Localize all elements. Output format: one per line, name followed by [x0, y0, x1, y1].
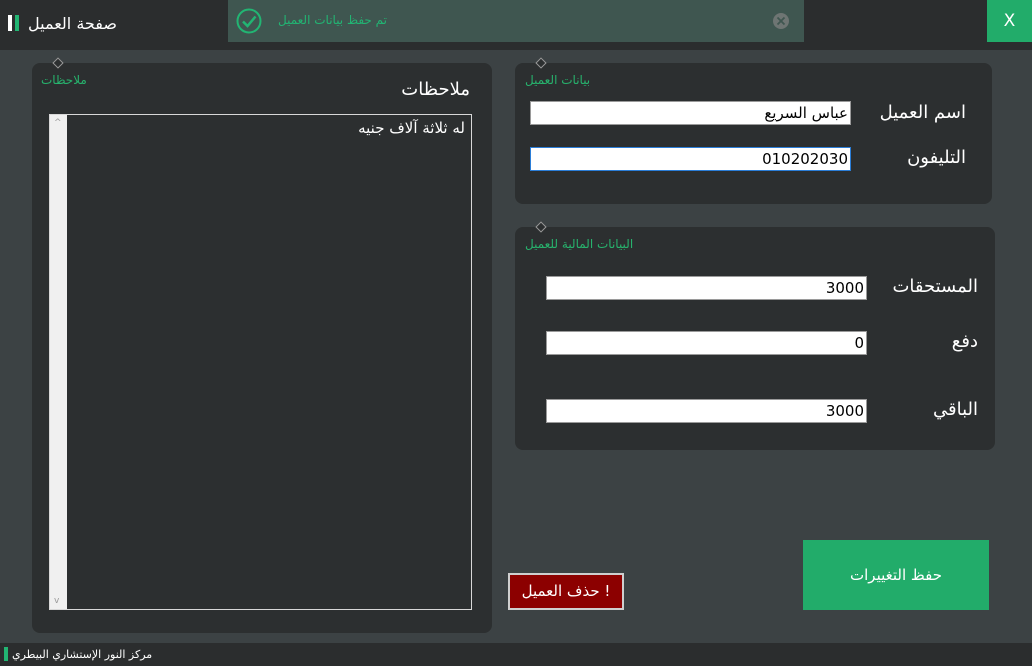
scroll-up-icon[interactable]: ^ — [54, 119, 62, 128]
paid-label: دفع — [951, 331, 978, 352]
phone-label: التليفون — [907, 147, 966, 168]
notes-textarea[interactable]: ^ v له ثلاثة آلاف جنيه — [49, 114, 472, 610]
customer-info-panel: بيانات العميل اسم العميل عباس السريع الت… — [515, 57, 992, 204]
title-bar: صفحة العميل تم حفظ بيانات العميل X — [0, 0, 1032, 50]
status-text: مركز النور الإستشاري البيطري — [12, 648, 153, 661]
dues-label: المستحقات — [892, 276, 978, 297]
notes-caption: ملاحظات — [41, 73, 87, 87]
check-circle-icon — [236, 8, 262, 34]
success-toast: تم حفظ بيانات العميل — [228, 0, 804, 42]
close-window-button[interactable]: X — [987, 0, 1032, 42]
status-bar: مركز النور الإستشاري البيطري — [0, 643, 1032, 666]
phone-field[interactable]: 010202030 — [530, 147, 851, 171]
window-bars-icon — [8, 15, 20, 31]
notes-heading: ملاحظات — [401, 79, 470, 100]
status-marker — [4, 647, 8, 661]
delete-customer-button[interactable]: حذف العميل ! — [508, 573, 624, 610]
paid-field[interactable]: 0 — [546, 331, 867, 355]
dues-field[interactable]: 3000 — [546, 276, 867, 300]
customer-name-field[interactable]: عباس السريع — [530, 101, 851, 125]
remaining-field[interactable]: 3000 — [546, 399, 867, 423]
financial-panel: البيانات المالية للعميل المستحقات 3000 د… — [515, 221, 995, 450]
close-circle-icon[interactable] — [772, 12, 790, 30]
customer-info-caption: بيانات العميل — [525, 73, 591, 87]
caption-marker — [535, 221, 547, 233]
save-changes-button[interactable]: حفظ التغييرات — [803, 540, 989, 610]
toast-message: تم حفظ بيانات العميل — [278, 13, 387, 27]
customer-name-label: اسم العميل — [879, 102, 966, 123]
caption-marker — [52, 57, 64, 69]
remaining-label: الباقي — [932, 399, 978, 420]
window-title: صفحة العميل — [28, 14, 117, 33]
scroll-down-icon[interactable]: v — [54, 597, 62, 606]
notes-scrollbar[interactable]: ^ v — [50, 115, 67, 609]
notes-content: له ثلاثة آلاف جنيه — [358, 119, 465, 137]
financial-caption: البيانات المالية للعميل — [525, 237, 634, 251]
notes-panel: ملاحظات ملاحظات ^ v له ثلاثة آلاف جنيه — [32, 57, 492, 633]
caption-marker — [535, 57, 547, 69]
